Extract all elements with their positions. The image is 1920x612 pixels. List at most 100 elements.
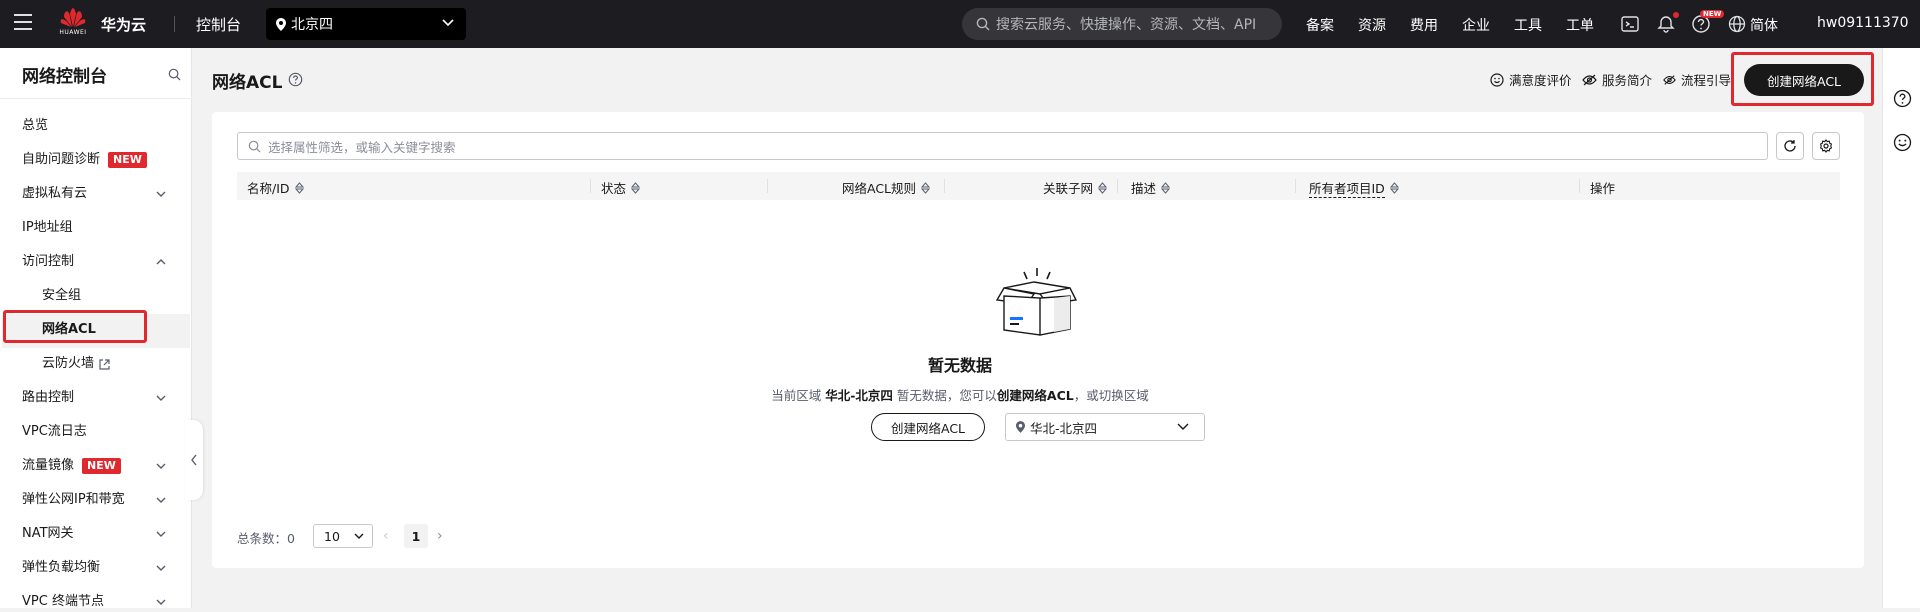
column-label: 操作 <box>1590 181 1616 196</box>
empty-create-button[interactable]: 创建网络ACL <box>871 413 985 441</box>
button-label: 创建网络ACL <box>890 420 966 436</box>
sort-icon[interactable] <box>1161 181 1171 194</box>
process-guide-label: 流程引导 <box>1680 73 1731 88</box>
chevron-up-icon[interactable] <box>156 258 166 266</box>
help-circle-icon[interactable] <box>1893 89 1912 108</box>
sidebar-item-ip-groups[interactable]: IP地址组 <box>22 218 73 238</box>
prev-page-button[interactable]: ‹ <box>383 528 389 544</box>
sidebar-item-nat-gateway[interactable]: NAT网关 <box>22 524 74 544</box>
sidebar-item-traffic-mirroring[interactable]: 流量镜像 NEW <box>22 456 121 476</box>
nav-tools[interactable]: 工具 <box>1514 15 1542 35</box>
chevron-down-icon[interactable] <box>156 496 166 504</box>
terminal-icon[interactable] <box>1620 14 1640 34</box>
desc-create-link[interactable]: 创建网络ACL <box>997 388 1074 403</box>
empty-state-description: 当前区域 华北-北京四 暂无数据，您可以创建网络ACL，或切换区域 <box>0 385 1920 404</box>
new-badge: NEW <box>82 458 121 474</box>
desc-region: 华北-北京四 <box>825 388 893 403</box>
sidebar-item-label: 自助问题诊断 <box>22 152 101 167</box>
topbar-divider <box>174 16 175 32</box>
sort-icon[interactable] <box>1389 182 1399 194</box>
sidebar-item-vpc-flow-logs[interactable]: VPC流日志 <box>22 422 87 442</box>
sidebar-item-label: 弹性负载均衡 <box>22 560 101 575</box>
sidebar-item-label: 访问控制 <box>22 254 75 269</box>
column-header-subnets[interactable]: 关联子网 <box>1043 178 1108 197</box>
refresh-button[interactable] <box>1776 132 1804 160</box>
region-label: 北京四 <box>291 17 333 33</box>
column-label: 所有者项目ID <box>1309 178 1385 198</box>
chevron-down-icon[interactable] <box>156 564 166 572</box>
sidebar-item-overview[interactable]: 总览 <box>22 116 48 136</box>
global-search-input[interactable]: 搜索云服务、快捷操作、资源、文档、API <box>962 8 1282 40</box>
sidebar-collapse-handle[interactable] <box>185 420 203 500</box>
column-header-acl-rules[interactable]: 网络ACL规则 <box>842 178 931 197</box>
satisfaction-link[interactable]: 满意度评价 <box>1490 70 1572 89</box>
process-guide-link[interactable]: 流程引导 <box>1663 70 1731 89</box>
sidebar-search-icon[interactable] <box>168 68 181 81</box>
highlight-annotation-box <box>3 310 147 343</box>
help-new-badge: NEW <box>1700 10 1725 18</box>
service-intro-label: 服务简介 <box>1602 73 1653 88</box>
column-label: 网络ACL规则 <box>842 181 917 196</box>
new-badge: NEW <box>108 152 147 168</box>
huawei-logo[interactable]: HUAWEI <box>58 8 88 40</box>
column-divider <box>1579 179 1580 193</box>
page-size-value: 10 <box>324 528 340 544</box>
sidebar-item-elb[interactable]: 弹性负载均衡 <box>22 558 100 578</box>
chevron-down-icon[interactable] <box>156 190 166 198</box>
sidebar-item-label: IP地址组 <box>22 220 73 235</box>
sidebar-item-label: 安全组 <box>42 288 82 303</box>
service-intro-link[interactable]: 服务简介 <box>1582 70 1652 89</box>
sort-icon[interactable] <box>921 181 931 194</box>
user-account[interactable]: hw09111370 <box>1817 15 1909 31</box>
sort-icon[interactable] <box>294 181 304 194</box>
menu-icon[interactable] <box>14 14 32 30</box>
column-header-description[interactable]: 描述 <box>1131 178 1171 197</box>
sidebar-item-label: 流量镜像 <box>22 458 75 473</box>
nav-tickets[interactable]: 工单 <box>1566 15 1594 35</box>
next-page-button[interactable]: › <box>437 528 443 544</box>
nav-billing[interactable]: 费用 <box>1410 15 1438 35</box>
search-placeholder: 搜索云服务、快捷操作、资源、文档、API <box>996 17 1257 33</box>
column-divider <box>767 179 768 193</box>
chevron-down-icon[interactable] <box>156 530 166 538</box>
filter-search-input[interactable]: 选择属性筛选，或输入关键字搜索 <box>237 132 1768 160</box>
column-header-status[interactable]: 状态 <box>601 178 641 197</box>
sidebar-item-vpc-endpoint[interactable]: VPC 终端节点 <box>22 592 104 612</box>
column-divider <box>590 179 591 193</box>
nav-resources[interactable]: 资源 <box>1358 15 1386 35</box>
page-number-current[interactable]: 1 <box>404 524 428 548</box>
globe-icon[interactable] <box>1727 14 1747 34</box>
column-label: 状态 <box>601 181 627 196</box>
feedback-smile-icon[interactable] <box>1893 133 1912 152</box>
question-circle-icon[interactable] <box>288 72 303 87</box>
location-pin-icon <box>1016 421 1025 433</box>
sidebar-item-label: NAT网关 <box>22 526 74 541</box>
region-selector[interactable]: 北京四 <box>266 8 466 40</box>
total-count: 总条数：0 <box>237 528 295 547</box>
gear-icon <box>1819 139 1833 153</box>
sidebar-item-security-group[interactable]: 安全组 <box>42 286 81 306</box>
brand-name[interactable]: 华为云 <box>101 14 146 35</box>
chevron-down-icon[interactable] <box>156 462 166 470</box>
sort-icon[interactable] <box>1098 181 1108 194</box>
column-header-owner-project[interactable]: 所有者项目ID <box>1309 178 1399 198</box>
settings-button[interactable] <box>1812 132 1840 160</box>
nav-beian[interactable]: 备案 <box>1306 15 1334 35</box>
chevron-down-icon[interactable] <box>156 598 166 606</box>
page-size-select[interactable]: 10 <box>313 524 373 548</box>
sidebar-item-access-control[interactable]: 访问控制 <box>22 252 74 272</box>
language-switch[interactable]: 简体 <box>1750 15 1778 35</box>
satisfaction-label: 满意度评价 <box>1509 73 1572 88</box>
sidebar-item-self-diagnosis[interactable]: 自助问题诊断 NEW <box>22 150 147 170</box>
search-icon <box>976 17 990 31</box>
sidebar-item-eip-bandwidth[interactable]: 弹性公网IP和带宽 <box>22 490 125 510</box>
column-divider <box>1295 179 1296 193</box>
region-switch-select[interactable]: 华北-北京四 <box>1005 413 1205 441</box>
column-header-name[interactable]: 名称/ID <box>247 178 304 197</box>
sidebar-divider <box>0 98 192 99</box>
huawei-flower-icon <box>60 8 86 27</box>
console-link[interactable]: 控制台 <box>196 14 241 35</box>
sidebar-item-vpc[interactable]: 虚拟私有云 <box>22 184 87 204</box>
nav-enterprise[interactable]: 企业 <box>1462 15 1490 35</box>
sort-icon[interactable] <box>631 181 641 194</box>
